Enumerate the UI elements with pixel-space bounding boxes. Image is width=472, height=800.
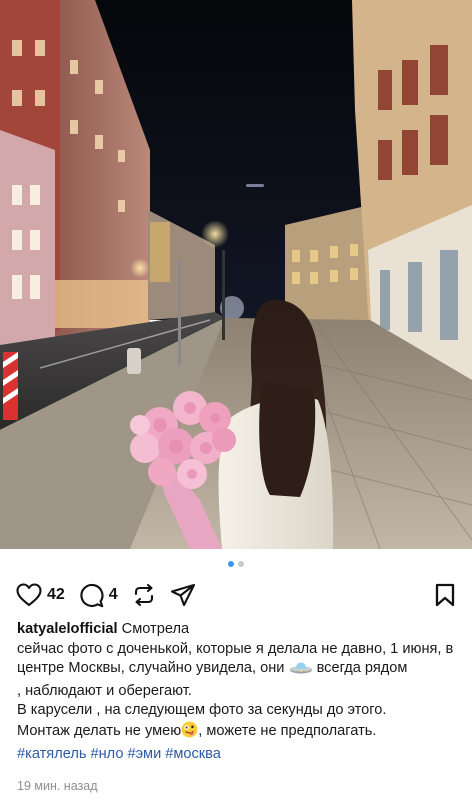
hashtag-link[interactable]: #катялель — [17, 746, 86, 762]
post-timestamp: 19 мин. назад — [17, 779, 98, 793]
author-username[interactable]: katyalelofficial — [17, 621, 118, 637]
comment-button[interactable]: 4 — [79, 583, 118, 608]
caption-line-1: Смотрела — [121, 621, 190, 637]
caption-line-5b: , можете не предполагать. — [198, 722, 377, 739]
post-action-bar: 42 4 — [16, 580, 456, 610]
carousel-dot — [238, 561, 244, 567]
comment-icon — [79, 583, 104, 608]
hashtag-link[interactable]: #нло — [90, 746, 123, 762]
share-button[interactable] — [170, 583, 196, 607]
caption-line-3: , наблюдают и оберегают. — [17, 682, 192, 699]
like-count: 42 — [47, 586, 65, 603]
save-button[interactable] — [434, 583, 456, 607]
repost-button[interactable] — [132, 583, 156, 607]
hashtag-list: #катялель #нло #эми #москва — [17, 745, 457, 765]
share-icon — [170, 583, 196, 607]
hashtag-link[interactable]: #москва — [165, 746, 221, 762]
caption-line-4: В карусели , на следующем фото за секунд… — [17, 702, 387, 719]
carousel-dot-active — [228, 561, 234, 567]
hashtag-link[interactable]: #эми — [127, 746, 161, 762]
bookmark-icon — [434, 583, 456, 607]
post-caption: katyalelofficial Смотрела сейчас фото с … — [17, 620, 457, 764]
like-button[interactable]: 42 — [16, 583, 65, 607]
caption-line-2b: всегда рядом — [316, 660, 408, 677]
carousel-indicator — [0, 561, 472, 567]
repost-icon — [132, 583, 156, 607]
caption-line-5a: Монтаж делать не умею — [17, 722, 182, 739]
ufo-emoji-icon — [289, 661, 313, 682]
heart-icon — [16, 583, 42, 607]
post-photo[interactable] — [0, 0, 472, 549]
zany-face-emoji-icon — [181, 721, 198, 745]
comment-count: 4 — [108, 586, 118, 603]
